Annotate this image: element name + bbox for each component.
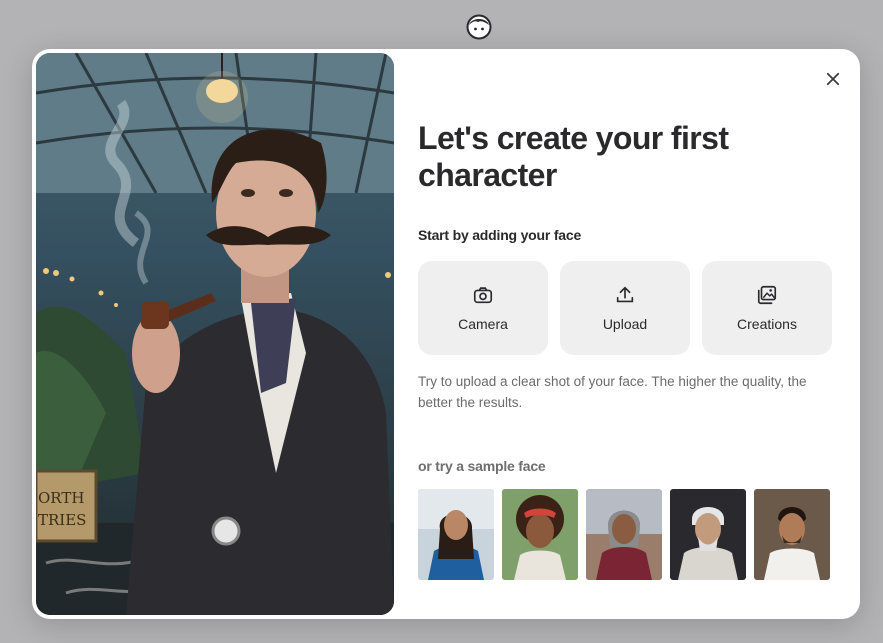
gallery-icon	[757, 285, 777, 305]
close-button[interactable]	[820, 66, 846, 92]
sample-face-2[interactable]	[502, 489, 578, 580]
sample-face-label: or try a sample face	[418, 458, 546, 474]
sample-face-3[interactable]	[586, 489, 662, 580]
sample-face-4[interactable]	[670, 489, 746, 580]
create-character-modal: ORTH TRIES Let's create your first chara…	[32, 49, 860, 619]
hero-image: ORTH TRIES	[36, 53, 394, 615]
upload-button[interactable]: Upload	[560, 261, 690, 355]
sample-face-1[interactable]	[418, 489, 494, 580]
camera-icon	[473, 287, 493, 304]
sample-face-5[interactable]	[754, 489, 830, 580]
creations-label: Creations	[737, 316, 797, 332]
upload-label: Upload	[602, 316, 648, 332]
camera-button[interactable]: Camera	[418, 261, 548, 355]
sign-text-2: TRIES	[38, 511, 86, 529]
close-icon	[826, 72, 840, 86]
creations-button[interactable]: Creations	[702, 261, 832, 355]
sample-faces	[418, 489, 832, 580]
camera-label: Camera	[458, 316, 508, 332]
modal-title: Let's create your first character	[418, 120, 729, 193]
face-source-options: Camera Upload Creations	[418, 261, 832, 355]
upload-hint: Try to upload a clear shot of your face.…	[418, 374, 807, 410]
sign-text-1: ORTH	[38, 489, 84, 507]
face-subtitle: Start by adding your face	[418, 227, 582, 243]
face-icon[interactable]	[465, 13, 493, 41]
upload-icon	[616, 286, 634, 303]
